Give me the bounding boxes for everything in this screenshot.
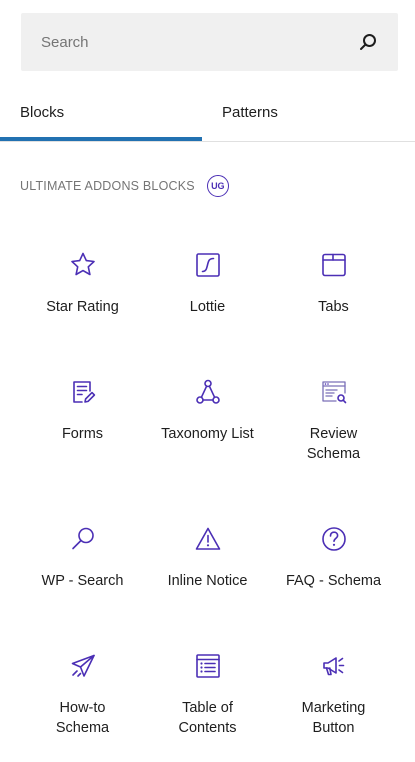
search-input[interactable]	[21, 13, 341, 71]
block-category-header: ULTIMATE ADDONS BLOCKS UG	[20, 173, 229, 199]
block-tabs[interactable]: Tabs	[271, 251, 396, 317]
block-marketing-button[interactable]: Marketing Button	[271, 652, 396, 738]
active-tab-indicator	[0, 137, 202, 141]
block-star-rating[interactable]: Star Rating	[20, 251, 145, 317]
block-label: Forms	[61, 426, 104, 442]
tab-blocks[interactable]: Blocks	[20, 90, 64, 141]
uag-logo-icon: UG	[206, 175, 229, 197]
block-label: How-to Schema	[55, 700, 110, 736]
paper-plane-icon	[71, 654, 95, 677]
block-taxonomy-list[interactable]: Taxonomy List	[145, 378, 270, 444]
block-lottie[interactable]: Lottie	[145, 251, 270, 317]
search-magnifier-icon	[71, 527, 94, 550]
search-icon[interactable]	[357, 31, 379, 53]
search-box	[21, 13, 398, 71]
star-icon	[70, 252, 95, 276]
block-label: Review Schema	[306, 426, 361, 462]
block-table-of-contents[interactable]: Table of Contents	[145, 652, 270, 738]
block-how-to-schema[interactable]: How-to Schema	[20, 652, 145, 738]
category-title: ULTIMATE ADDONS BLOCKS	[20, 179, 195, 193]
block-inserter: Blocks Patterns ULTIMATE ADDONS BLOCKS U…	[0, 0, 415, 762]
question-icon	[321, 527, 346, 551]
block-label: Taxonomy List	[161, 426, 254, 442]
block-label: Inline Notice	[167, 573, 248, 589]
block-label: Marketing Button	[301, 700, 366, 736]
block-inline-notice[interactable]: Inline Notice	[145, 525, 270, 591]
block-faq-schema[interactable]: FAQ - Schema	[271, 525, 396, 591]
block-label: WP - Search	[41, 573, 124, 589]
review-schema-icon	[321, 381, 346, 404]
tab-patterns[interactable]: Patterns	[222, 90, 278, 141]
block-label: Lottie	[189, 299, 226, 315]
block-forms[interactable]: Forms	[20, 378, 145, 444]
table-of-contents-icon	[195, 654, 220, 678]
taxonomy-icon	[195, 379, 220, 404]
block-review-schema[interactable]: Review Schema	[271, 378, 396, 464]
inserter-tabs: Blocks Patterns	[0, 90, 415, 142]
block-label: FAQ - Schema	[285, 573, 382, 589]
block-label: Table of Contents	[178, 700, 237, 736]
megaphone-icon	[322, 657, 344, 676]
warning-icon	[195, 527, 220, 550]
forms-icon	[72, 381, 95, 403]
block-label: Tabs	[318, 299, 349, 315]
block-wp-search[interactable]: WP - Search	[20, 525, 145, 591]
tabs-icon	[321, 253, 346, 277]
block-label: Star Rating	[46, 299, 119, 315]
lottie-icon	[195, 253, 220, 277]
